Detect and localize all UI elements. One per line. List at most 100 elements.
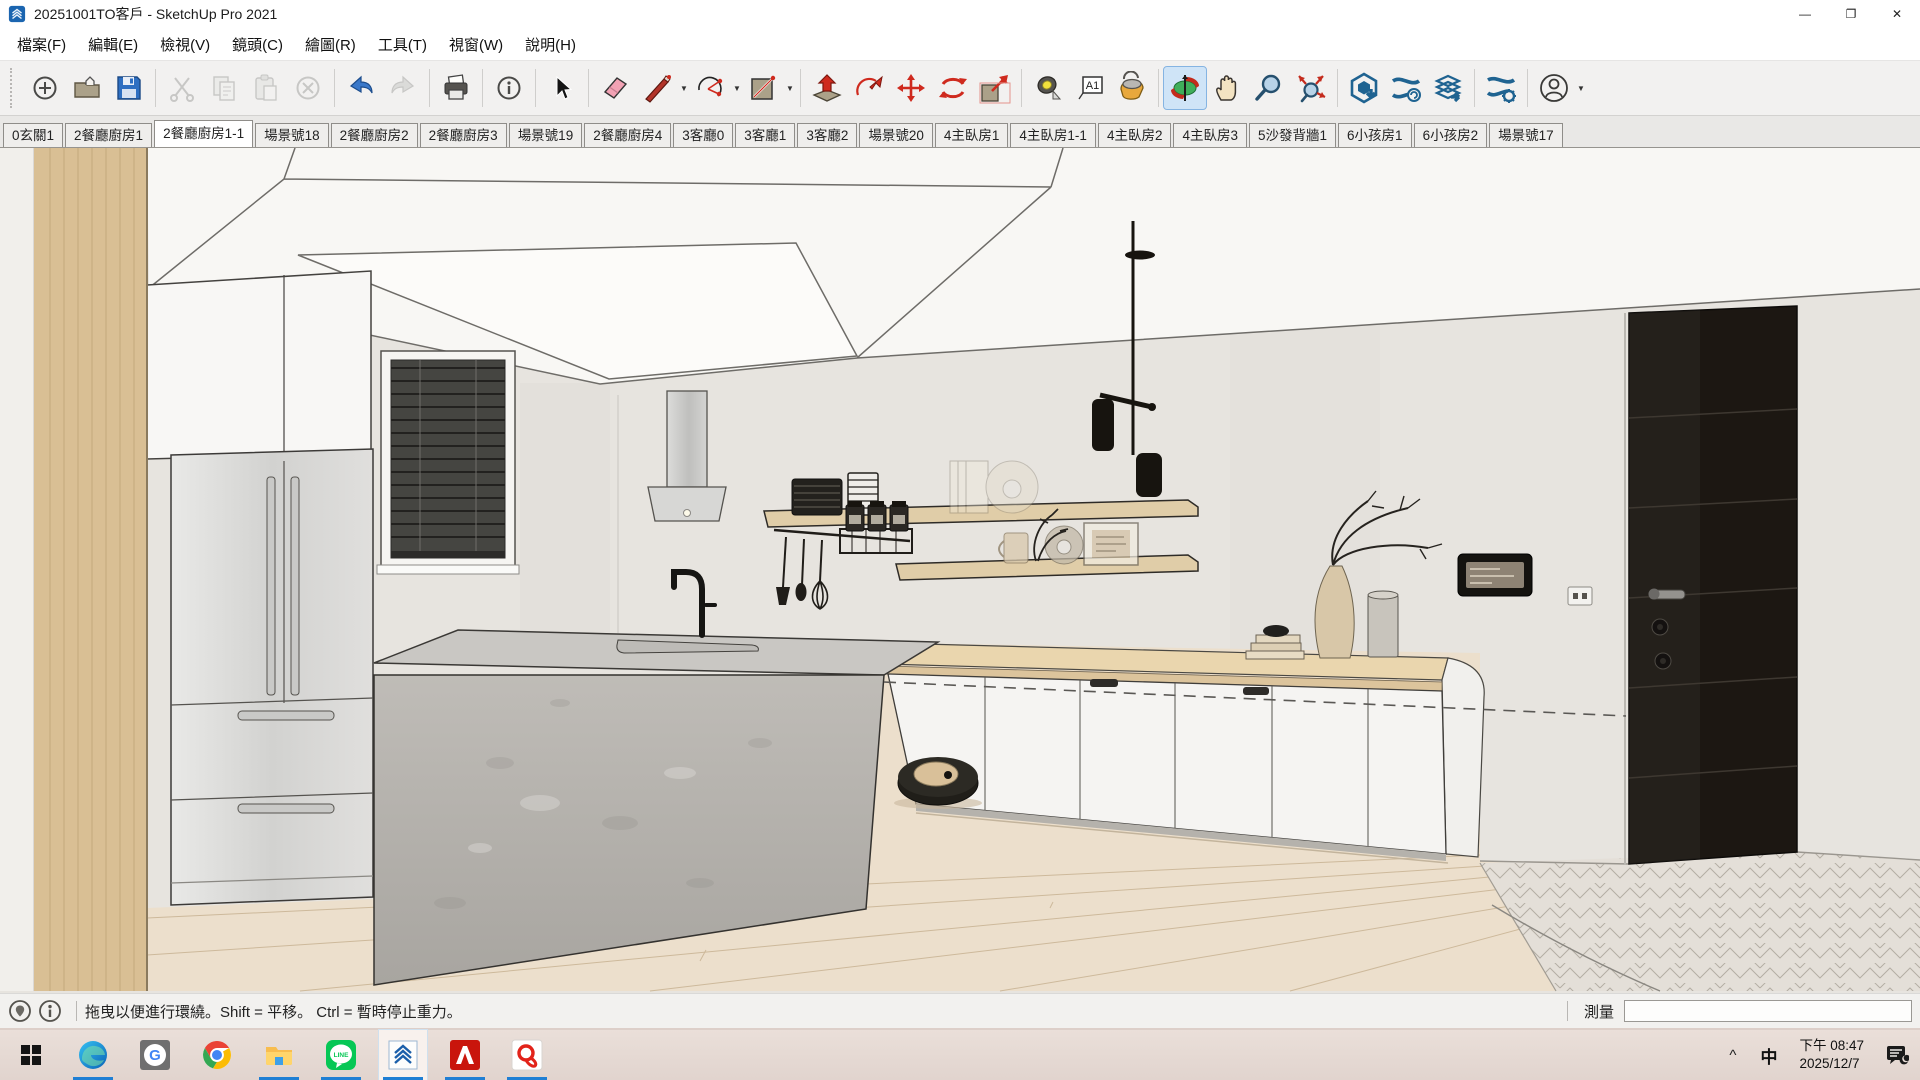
tape-measure-button[interactable] (1027, 67, 1069, 109)
arc-tool-dropdown[interactable]: ▼ (732, 84, 742, 93)
scene-tab-4[interactable]: 2餐廳廚房2 (331, 123, 418, 147)
scene-tab-9[interactable]: 3客廳1 (735, 123, 795, 147)
line-tool-dropdown[interactable]: ▼ (679, 84, 689, 93)
taskbar-app-edge[interactable] (69, 1030, 117, 1080)
menu-help[interactable]: 說明(H) (514, 29, 587, 60)
rectangle-tool-button[interactable] (742, 67, 784, 109)
text-tool-button[interactable]: A1 (1069, 67, 1111, 109)
taskbar-clock[interactable]: 下午 08:47 2025/12/7 (1789, 1037, 1874, 1072)
print-button[interactable] (435, 67, 477, 109)
copy-button[interactable] (203, 67, 245, 109)
menu-camera[interactable]: 鏡頭(C) (221, 29, 294, 60)
zoom-extents-button[interactable] (1290, 67, 1332, 109)
cancel-button[interactable] (287, 67, 329, 109)
orbit-button[interactable] (1164, 67, 1206, 109)
pan-button[interactable] (1206, 67, 1248, 109)
new-button[interactable] (24, 67, 66, 109)
ime-indicator[interactable]: 中 (1748, 1043, 1789, 1068)
account-button[interactable] (1533, 67, 1575, 109)
sketchup-window: 20251001TO客戶 - SketchUp Pro 2021 — ❐ ✕ 檔… (0, 0, 1920, 1024)
taskbar-app-adobe[interactable] (441, 1030, 489, 1080)
push-pull-icon (810, 71, 844, 105)
move-icon (894, 71, 928, 105)
open-button[interactable] (66, 67, 108, 109)
follow-me-button[interactable] (848, 67, 890, 109)
paint-bucket-button[interactable] (1111, 67, 1153, 109)
scene-tab-16[interactable]: 5沙發背牆1 (1249, 123, 1336, 147)
scene-tab-15[interactable]: 4主臥房3 (1173, 123, 1247, 147)
account-dropdown[interactable]: ▼ (1576, 84, 1586, 93)
scene-tab-6[interactable]: 場景號19 (509, 123, 583, 147)
scene-tab-14[interactable]: 4主臥房2 (1098, 123, 1172, 147)
taskbar-app-sketchup[interactable] (379, 1030, 427, 1080)
redo-button[interactable] (382, 67, 424, 109)
line-tool-button[interactable] (636, 67, 678, 109)
scene-tab-19[interactable]: 場景號17 (1489, 123, 1563, 147)
extension-layers-button[interactable] (1427, 67, 1469, 109)
undo-button[interactable] (340, 67, 382, 109)
appliance-handle-2 (1243, 687, 1269, 695)
action-center-button[interactable] (1874, 1030, 1920, 1080)
minimize-button[interactable]: — (1782, 0, 1828, 28)
extension-download-button[interactable] (1343, 67, 1385, 109)
tile-floor (1480, 852, 1920, 991)
credits-info-icon[interactable] (38, 999, 62, 1023)
paste-button[interactable] (245, 67, 287, 109)
scene-tab-8[interactable]: 3客廳0 (673, 123, 733, 147)
scene-tab-7[interactable]: 2餐廳廚房4 (584, 123, 671, 147)
scene-tab-11[interactable]: 場景號20 (859, 123, 933, 147)
entry-door (1625, 306, 1797, 865)
restore-button[interactable]: ❐ (1828, 0, 1874, 28)
scene-tab-2-active[interactable]: 2餐廳廚房1-1 (154, 120, 253, 147)
taskbar-app-line[interactable]: LINE (317, 1030, 365, 1080)
menu-view[interactable]: 檢視(V) (149, 29, 221, 60)
taskbar-app-chrome[interactable] (193, 1030, 241, 1080)
extension-sync-button[interactable] (1385, 67, 1427, 109)
taskbar-app-google[interactable]: G (131, 1030, 179, 1080)
rotate-button[interactable] (932, 67, 974, 109)
eraser-button[interactable] (594, 67, 636, 109)
save-button[interactable] (108, 67, 150, 109)
toolbar-grip[interactable] (10, 68, 16, 108)
scene-tab-5[interactable]: 2餐廳廚房3 (420, 123, 507, 147)
menu-draw[interactable]: 繪圖(R) (294, 29, 367, 60)
toolbar-separator (800, 69, 801, 107)
taskbar-app-acrobat[interactable] (503, 1030, 551, 1080)
menu-edit[interactable]: 編輯(E) (77, 29, 149, 60)
scale-button[interactable] (974, 67, 1016, 109)
measure-input[interactable] (1624, 1000, 1912, 1022)
scene-tab-18[interactable]: 6小孩房2 (1414, 123, 1488, 147)
scene-tab-17[interactable]: 6小孩房1 (1338, 123, 1412, 147)
follow-me-icon (852, 71, 886, 105)
arc-tool-button[interactable] (689, 67, 731, 109)
system-tray: ^ 中 下午 08:47 2025/12/7 (1717, 1030, 1920, 1080)
scene-tab-3[interactable]: 場景號18 (255, 123, 329, 147)
3d-viewport[interactable] (0, 148, 1920, 993)
close-button[interactable]: ✕ (1874, 0, 1920, 28)
zoom-button[interactable] (1248, 67, 1290, 109)
appliance-handle-1 (1090, 679, 1118, 687)
new-icon (30, 73, 60, 103)
scene-tab-1[interactable]: 2餐廳廚房1 (65, 123, 152, 147)
scene-tabs-bar: 0玄關1 2餐廳廚房1 2餐廳廚房1-1 場景號18 2餐廳廚房2 2餐廳廚房3… (0, 116, 1920, 148)
geolocation-icon[interactable] (8, 999, 32, 1023)
rectangle-tool-dropdown[interactable]: ▼ (785, 84, 795, 93)
extension-settings-button[interactable] (1480, 67, 1522, 109)
start-button[interactable] (7, 1030, 55, 1080)
wood-wall-panel (0, 148, 147, 991)
push-pull-button[interactable] (806, 67, 848, 109)
menu-window[interactable]: 視窗(W) (438, 29, 514, 60)
scene-tab-13[interactable]: 4主臥房1-1 (1010, 123, 1096, 147)
scene-tab-12[interactable]: 4主臥房1 (935, 123, 1009, 147)
toolbar: ▼ ▼ ▼ A1 ▼ (0, 60, 1920, 116)
move-button[interactable] (890, 67, 932, 109)
menu-tools[interactable]: 工具(T) (367, 29, 438, 60)
taskbar-app-file-explorer[interactable] (255, 1030, 303, 1080)
cut-button[interactable] (161, 67, 203, 109)
model-info-button[interactable] (488, 67, 530, 109)
select-button[interactable] (541, 67, 583, 109)
scene-tab-0[interactable]: 0玄關1 (3, 123, 63, 147)
menu-file[interactable]: 檔案(F) (6, 29, 77, 60)
scene-tab-10[interactable]: 3客廳2 (797, 123, 857, 147)
tray-expand-chevron[interactable]: ^ (1717, 1047, 1748, 1064)
